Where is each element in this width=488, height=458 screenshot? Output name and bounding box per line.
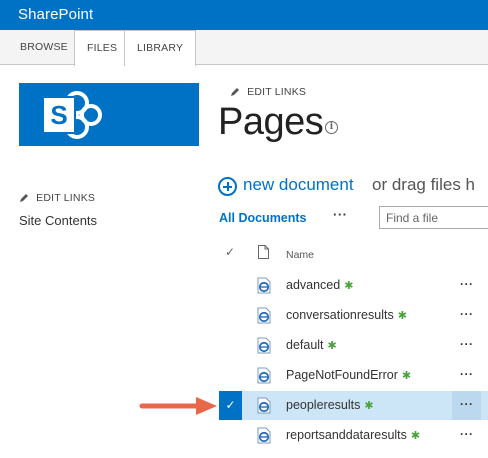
file-name-link[interactable]: advanced ✱ [286,278,353,292]
new-badge-icon: ✱ [401,370,412,382]
view-all-documents[interactable]: All Documents [219,211,307,225]
document-icon[interactable] [258,245,269,264]
aspx-file-icon [257,397,271,414]
file-name: default [286,338,324,352]
file-name: peopleresults [286,398,361,412]
edit-links-top[interactable]: EDIT LINKS [230,86,306,98]
tab-library[interactable]: LIBRARY [124,30,197,66]
table-row[interactable]: advanced ✱ ··· [219,271,488,300]
views-ellipsis-icon[interactable]: ··· [333,207,348,222]
select-all-checkmark-icon[interactable]: ✓ [225,245,235,259]
new-badge-icon: ✱ [344,280,354,292]
site-logo[interactable]: S [19,83,199,146]
sharepoint-logo-icon: S [42,91,102,139]
file-name-link[interactable]: default ✱ [286,338,337,352]
aspx-file-icon [257,367,271,384]
list-header: ✓ Name [219,244,488,268]
pointer-arrow [139,397,217,415]
edit-links-label: EDIT LINKS [247,86,307,98]
row-checkmark-icon[interactable]: ✓ [219,391,242,420]
tab-browse[interactable]: BROWSE [8,30,80,65]
drag-files-hint: or drag files h [372,175,475,194]
table-row[interactable]: PageNotFoundError ✱ ··· [219,361,488,390]
aspx-file-icon [257,337,271,354]
ribbon: BROWSE FILES LIBRARY [0,30,488,66]
new-badge-icon: ✱ [327,340,337,352]
file-name-link[interactable]: PageNotFoundError ✱ [286,368,411,382]
file-name: conversationresults [286,308,394,322]
find-file-input[interactable] [379,206,488,229]
file-name: advanced [286,278,341,292]
column-header-name[interactable]: Name [286,249,314,261]
table-row[interactable]: reportsanddataresults ✱ ··· [219,421,488,450]
row-ellipsis-icon[interactable]: ··· [460,277,474,291]
site-contents-link[interactable]: Site Contents [19,213,97,228]
row-ellipsis-icon[interactable]: ··· [460,307,474,321]
aspx-file-icon [257,277,271,294]
edit-links-sidebar[interactable]: EDIT LINKS [19,192,95,204]
plus-circle-icon[interactable] [218,177,237,196]
file-name: reportsanddataresults [286,428,407,442]
file-name: PageNotFoundError [286,368,398,382]
aspx-file-icon [257,307,271,324]
file-name-link[interactable]: peopleresults ✱ [286,398,374,412]
row-ellipsis-icon[interactable]: ··· [460,337,474,351]
table-row[interactable]: conversationresults ✱ ··· [219,301,488,330]
pencil-icon [20,194,28,202]
file-name-link[interactable]: reportsanddataresults ✱ [286,428,420,442]
new-badge-icon: ✱ [397,310,407,322]
new-badge-icon: ✱ [410,430,421,442]
new-badge-icon: ✱ [364,400,374,412]
table-row[interactable]: ✓ peopleresults ✱ ··· [219,391,488,420]
row-ellipsis-icon[interactable]: ··· [460,367,474,381]
info-icon[interactable]: i [325,121,338,134]
pencil-icon [231,88,239,96]
aspx-file-icon [257,427,271,444]
suite-bar: SharePoint [0,0,488,30]
file-name-link[interactable]: conversationresults ✱ [286,308,407,322]
svg-text:S: S [50,100,67,130]
edit-links-label: EDIT LINKS [36,192,96,204]
suite-brand-link[interactable]: SharePoint [18,6,93,23]
row-ellipsis-icon[interactable]: ··· [460,427,474,441]
page-title: Pages [218,101,324,143]
table-row[interactable]: default ✱ ··· [219,331,488,360]
tab-files[interactable]: FILES [74,30,131,66]
row-ellipsis-icon[interactable]: ··· [460,397,474,411]
new-document-link[interactable]: new document [243,175,354,195]
